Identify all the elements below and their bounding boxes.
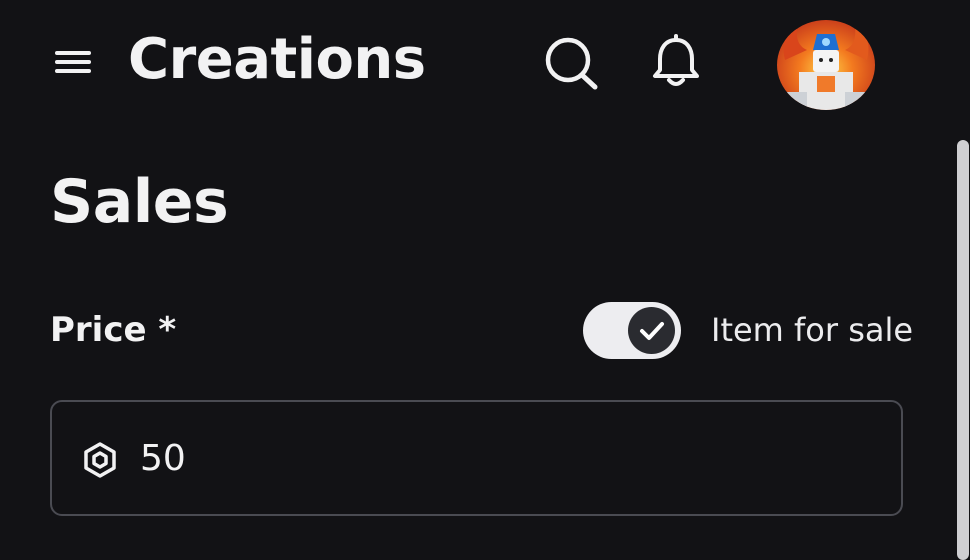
bell-icon [653, 34, 699, 86]
notifications-button[interactable] [646, 32, 706, 92]
scrollbar-thumb[interactable] [957, 140, 969, 560]
toggle-knob [628, 307, 675, 354]
price-label: Price * [50, 310, 177, 350]
avatar-image [777, 20, 875, 110]
price-input-value[interactable]: 50 [140, 434, 186, 484]
user-avatar[interactable] [777, 20, 875, 110]
search-icon [545, 37, 598, 90]
section-title: Sales [50, 167, 229, 237]
item-for-sale-toggle[interactable] [583, 302, 681, 359]
robux-icon [84, 442, 116, 478]
checkmark-icon [640, 322, 664, 340]
app-title: Creations [128, 27, 426, 92]
item-for-sale-label: Item for sale [711, 311, 914, 349]
app-page: Creations Sales Price * Item for sale 50 [0, 0, 970, 560]
price-input-field[interactable]: 50 [50, 400, 903, 516]
top-bar: Creations [0, 0, 970, 125]
menu-button[interactable] [50, 44, 96, 80]
vertical-scrollbar[interactable] [954, 140, 970, 560]
search-button[interactable] [540, 34, 600, 90]
